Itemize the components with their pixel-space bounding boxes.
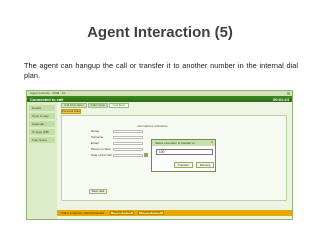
call-timer: 00:01:24 (272, 96, 289, 102)
tab-cust-desc[interactable]: Cust Desc (109, 103, 129, 108)
field-label-date: Date of the Call (91, 153, 112, 157)
subtab-personal-data[interactable]: Personal Data (61, 109, 81, 114)
extension-input[interactable] (156, 149, 213, 155)
agent-console-screenshot: Agent Console - CRM - Int Connected to c… (26, 90, 293, 220)
hangup-button[interactable]: Hangup the call (110, 210, 134, 215)
dismiss-button[interactable]: Dismiss (196, 162, 214, 168)
slide-title: Agent Interaction (5) (87, 24, 233, 41)
window-title: Agent Console - CRM - Int (30, 90, 66, 95)
minimize-icon[interactable] (287, 91, 290, 95)
call-status-text: Connected to call (30, 96, 64, 102)
field-label-name: Name (91, 129, 100, 133)
close-icon[interactable]: × (211, 140, 213, 144)
field-label-surname: Surname (91, 135, 104, 139)
panel-heading: Informazioni sull'utente (137, 124, 168, 128)
sidebar-item-details[interactable]: Details (29, 105, 55, 111)
sidebar-item-notes[interactable]: Fran Notes (29, 137, 55, 143)
phone-field[interactable] (113, 147, 143, 151)
name-field[interactable] (113, 129, 143, 133)
surname-field[interactable] (113, 135, 143, 139)
sidebar-item-it-apps[interactable]: IT Apps (DB) (29, 129, 55, 135)
tab-call-information[interactable]: Call Information (61, 103, 87, 108)
slide-description: The agent can hangup the call or transfe… (24, 61, 298, 80)
sidebar-item-tools[interactable]: Tools & Help (29, 113, 55, 119)
save-data-button[interactable]: Save data (89, 189, 107, 194)
call-action-bar: Call in progress, Call Connected Hangup … (57, 210, 292, 216)
transfer-call-button[interactable]: Transfer the call (138, 210, 164, 215)
field-label-email: Email (91, 141, 99, 145)
transfer-dialog: Select extension to transfer to × Transf… (151, 139, 216, 172)
tab-caller-notes[interactable]: Caller Notes (88, 103, 108, 108)
call-progress-text: Call in progress, Call Connected (61, 211, 105, 215)
email-field[interactable] (113, 141, 143, 145)
date-field[interactable] (113, 153, 143, 157)
calendar-icon[interactable] (144, 153, 148, 157)
call-status-header: Connected to call 00:01:24 (27, 96, 292, 102)
dialog-titlebar: Select extension to transfer to × (152, 140, 215, 146)
transfer-button[interactable]: Transfer (174, 162, 193, 168)
sidebar-item-calendar[interactable]: Calendar (29, 121, 55, 127)
sidebar: Details Tools & Help Calendar IT Apps (D… (27, 102, 57, 219)
dialog-title: Select extension to transfer to (155, 140, 195, 145)
field-label-phone: Phone number (91, 147, 111, 151)
